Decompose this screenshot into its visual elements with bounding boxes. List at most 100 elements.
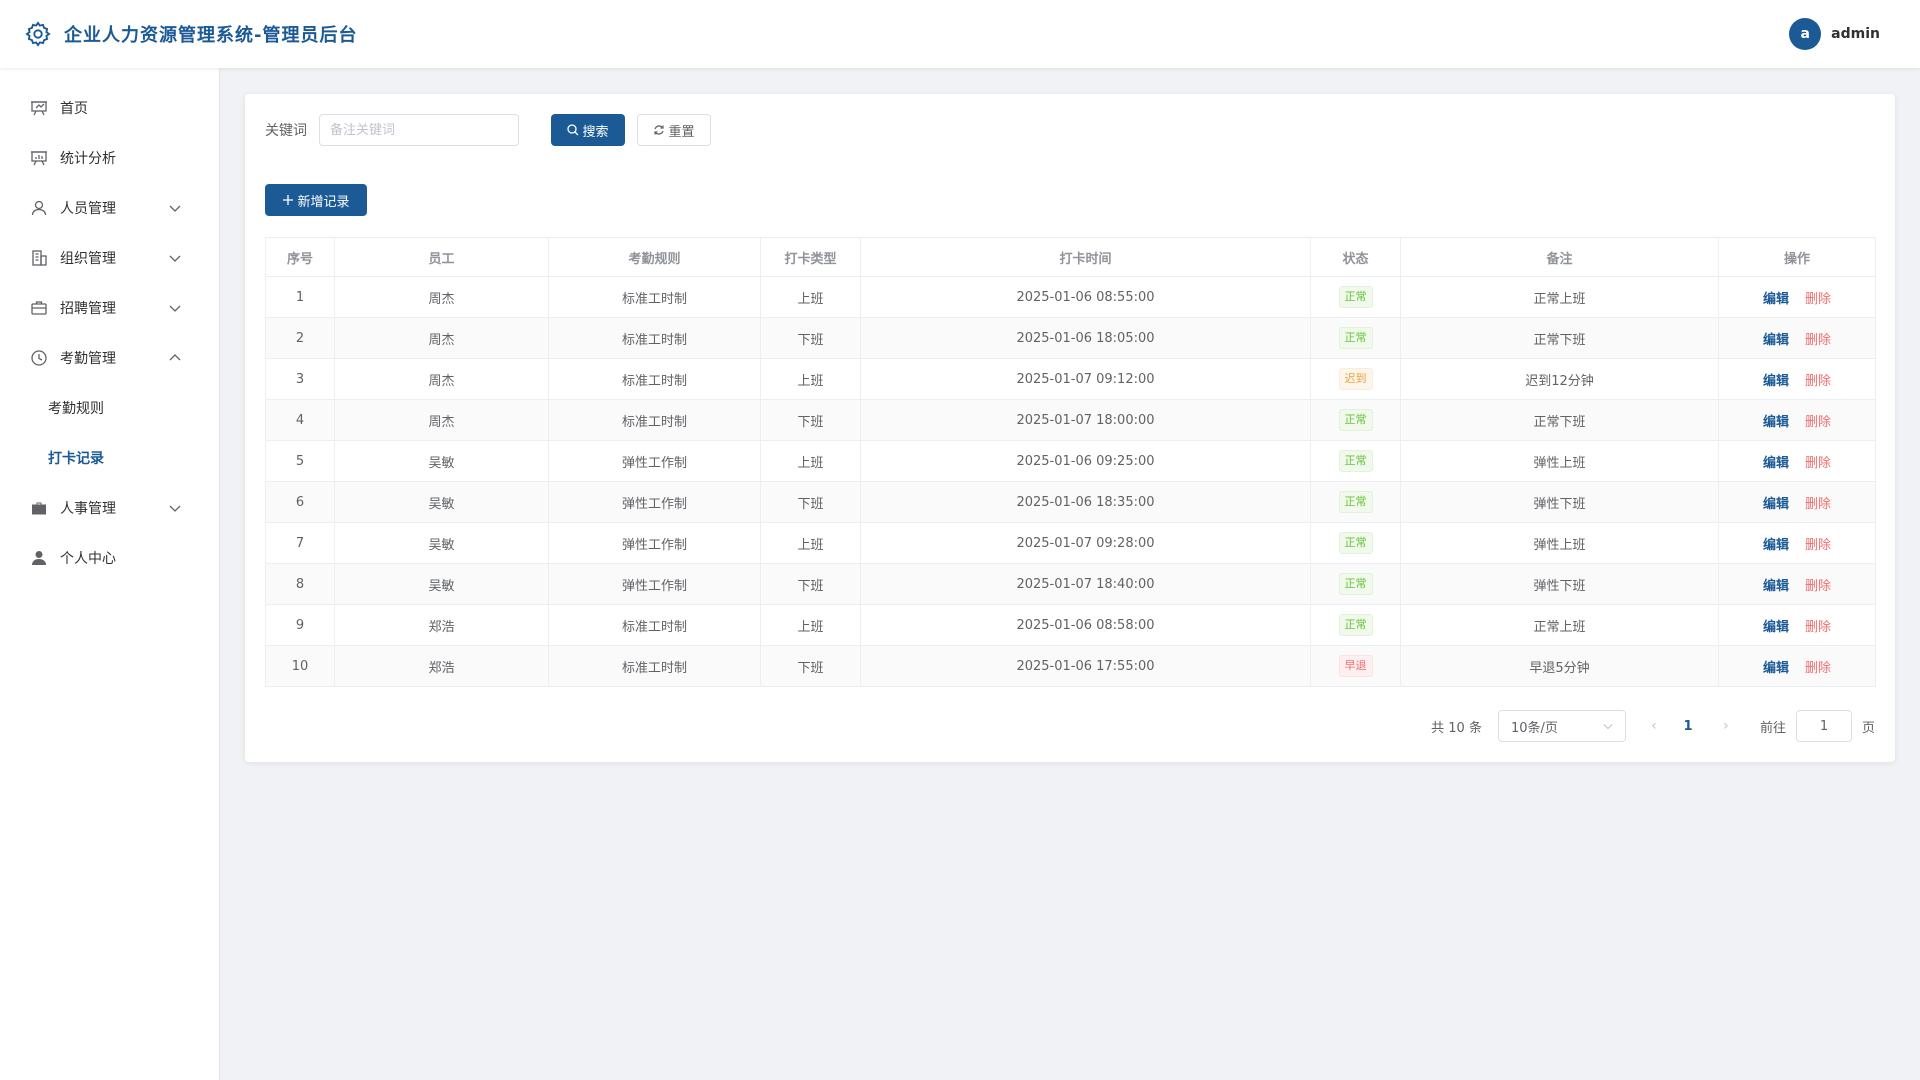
- delete-button[interactable]: 删除: [1805, 456, 1831, 471]
- sidebar-item-label: 招聘管理: [60, 301, 116, 317]
- add-record-button[interactable]: 新增记录: [265, 184, 367, 216]
- pagination: 共 10 条 10条/页 ‹ 1 › 前往 页: [1431, 710, 1875, 742]
- actions-cell: 编辑 删除: [1718, 399, 1876, 441]
- delete-button[interactable]: 删除: [1805, 497, 1831, 512]
- row-number: 3: [265, 358, 335, 400]
- status-badge: 迟到: [1338, 368, 1373, 390]
- edit-button[interactable]: 编辑: [1763, 333, 1789, 348]
- sidebar-item-label: 个人中心: [60, 551, 116, 567]
- row-number: 7: [265, 522, 335, 564]
- column-header: 状态: [1310, 237, 1401, 277]
- sidebar-item-home[interactable]: 首页: [0, 83, 219, 133]
- delete-button[interactable]: 删除: [1805, 374, 1831, 389]
- clock-time-cell: 2025-01-06 18:05:00: [860, 317, 1311, 359]
- row-number: 4: [265, 399, 335, 441]
- edit-button[interactable]: 编辑: [1763, 374, 1789, 389]
- delete-button[interactable]: 删除: [1805, 292, 1831, 307]
- status-cell: 正常: [1310, 522, 1401, 564]
- user-icon: [30, 199, 48, 217]
- delete-button[interactable]: 删除: [1805, 661, 1831, 676]
- employee-cell: 吴敏: [334, 440, 549, 482]
- status-badge: 正常: [1338, 327, 1373, 349]
- chevron-down-icon: [169, 305, 181, 312]
- row-number: 2: [265, 317, 335, 359]
- edit-button[interactable]: 编辑: [1763, 661, 1789, 676]
- row-number: 8: [265, 563, 335, 605]
- page-size-value: 10条/页: [1510, 720, 1558, 736]
- page-size-select[interactable]: 10条/页: [1497, 710, 1626, 742]
- status-badge: 正常: [1338, 450, 1373, 472]
- sidebar-item-label: 人事管理: [60, 501, 116, 517]
- brand: 企业人力资源管理系统-管理员后台: [24, 20, 357, 48]
- search-button[interactable]: 搜索: [551, 114, 625, 146]
- sidebar-item-recruitment[interactable]: 招聘管理: [0, 283, 219, 333]
- edit-button[interactable]: 编辑: [1763, 497, 1789, 512]
- edit-button[interactable]: 编辑: [1763, 538, 1789, 553]
- row-number: 5: [265, 440, 335, 482]
- search-bar: 关键词 搜索 重置: [265, 114, 711, 146]
- status-badge: 正常: [1338, 614, 1373, 636]
- table-row: 10 郑浩 标准工时制 下班 2025-01-06 17:55:00 早退 早退5分钟 编辑 删…: [265, 645, 1876, 687]
- employee-cell: 吴敏: [334, 481, 549, 523]
- sidebar-subitem-attendance-rules[interactable]: 考勤规则: [0, 383, 219, 433]
- clock-type-cell: 下班: [760, 317, 861, 359]
- chevron-down-icon: [169, 255, 181, 262]
- status-cell: 正常: [1310, 317, 1401, 359]
- delete-button[interactable]: 删除: [1805, 620, 1831, 635]
- clock-records-table: 序号 员工 考勤规则 打卡类型 打卡时间 状态 备注 操作 1 周杰 标准工时制 上班…: [265, 237, 1876, 687]
- employee-cell: 郑浩: [334, 604, 549, 646]
- delete-button[interactable]: 删除: [1805, 579, 1831, 594]
- edit-button[interactable]: 编辑: [1763, 415, 1789, 430]
- goto-page-input[interactable]: [1795, 710, 1852, 742]
- app-title: 企业人力资源管理系统-管理员后台: [64, 25, 358, 46]
- briefcase-icon: [30, 299, 48, 317]
- clock-time-cell: 2025-01-06 18:35:00: [860, 481, 1311, 523]
- table-row: 6 吴敏 弹性工作制 下班 2025-01-06 18:35:00 正常 弹性下班 编辑 删除: [265, 481, 1876, 523]
- remark-cell: 弹性下班: [1400, 481, 1719, 523]
- sidebar-item-analytics[interactable]: 统计分析: [0, 133, 219, 183]
- edit-button[interactable]: 编辑: [1763, 620, 1789, 635]
- remark-cell: 早退5分钟: [1400, 645, 1719, 687]
- sidebar-item-personnel[interactable]: 人员管理: [0, 183, 219, 233]
- edit-button[interactable]: 编辑: [1763, 292, 1789, 307]
- status-cell: 正常: [1310, 276, 1401, 318]
- sidebar-item-organization[interactable]: 组织管理: [0, 233, 219, 283]
- page-number[interactable]: 1: [1678, 719, 1698, 734]
- sidebar-item-label: 首页: [60, 101, 88, 117]
- prev-page-button[interactable]: ‹: [1642, 718, 1666, 734]
- refresh-icon: [654, 125, 665, 135]
- delete-button[interactable]: 删除: [1805, 415, 1831, 430]
- clock-time-cell: 2025-01-07 09:28:00: [860, 522, 1311, 564]
- clock-type-cell: 下班: [760, 563, 861, 605]
- user-menu[interactable]: a admin: [1789, 18, 1880, 50]
- add-record-label: 新增记录: [297, 194, 350, 210]
- sidebar-item-label: 组织管理: [60, 251, 116, 267]
- remark-cell: 迟到12分钟: [1400, 358, 1719, 400]
- delete-button[interactable]: 删除: [1805, 538, 1831, 553]
- clock-time-cell: 2025-01-06 08:55:00: [860, 276, 1311, 318]
- edit-button[interactable]: 编辑: [1763, 456, 1789, 471]
- status-cell: 正常: [1310, 440, 1401, 482]
- status-cell: 迟到: [1310, 358, 1401, 400]
- column-header: 打卡类型: [760, 237, 861, 277]
- edit-button[interactable]: 编辑: [1763, 579, 1789, 594]
- delete-button[interactable]: 删除: [1805, 333, 1831, 348]
- username[interactable]: admin: [1831, 26, 1880, 42]
- employee-cell: 吴敏: [334, 522, 549, 564]
- rule-cell: 标准工时制: [548, 317, 761, 359]
- sidebar-subitem-clock-records[interactable]: 打卡记录: [0, 433, 219, 483]
- suitcase-icon: [30, 499, 48, 517]
- clock-time-cell: 2025-01-07 18:00:00: [860, 399, 1311, 441]
- reset-button[interactable]: 重置: [637, 114, 711, 146]
- total-count: 共 10 条: [1431, 720, 1482, 736]
- avatar[interactable]: a: [1789, 18, 1822, 50]
- table-row: 7 吴敏 弹性工作制 上班 2025-01-07 09:28:00 正常 弹性上班 编辑 删除: [265, 522, 1876, 564]
- sidebar-item-attendance[interactable]: 考勤管理: [0, 333, 219, 383]
- main-card: 关键词 搜索 重置 新增记录 序号 员工 考勤规则 打卡类型 打卡时间 状态: [245, 94, 1895, 762]
- sidebar-item-profile[interactable]: 个人中心: [0, 533, 219, 583]
- table-row: 2 周杰 标准工时制 下班 2025-01-06 18:05:00 正常 正常下班 编辑 删除: [265, 317, 1876, 359]
- next-page-button[interactable]: ›: [1714, 718, 1738, 734]
- status-cell: 正常: [1310, 481, 1401, 523]
- sidebar-item-hr-affairs[interactable]: 人事管理: [0, 483, 219, 533]
- search-input[interactable]: [319, 114, 519, 146]
